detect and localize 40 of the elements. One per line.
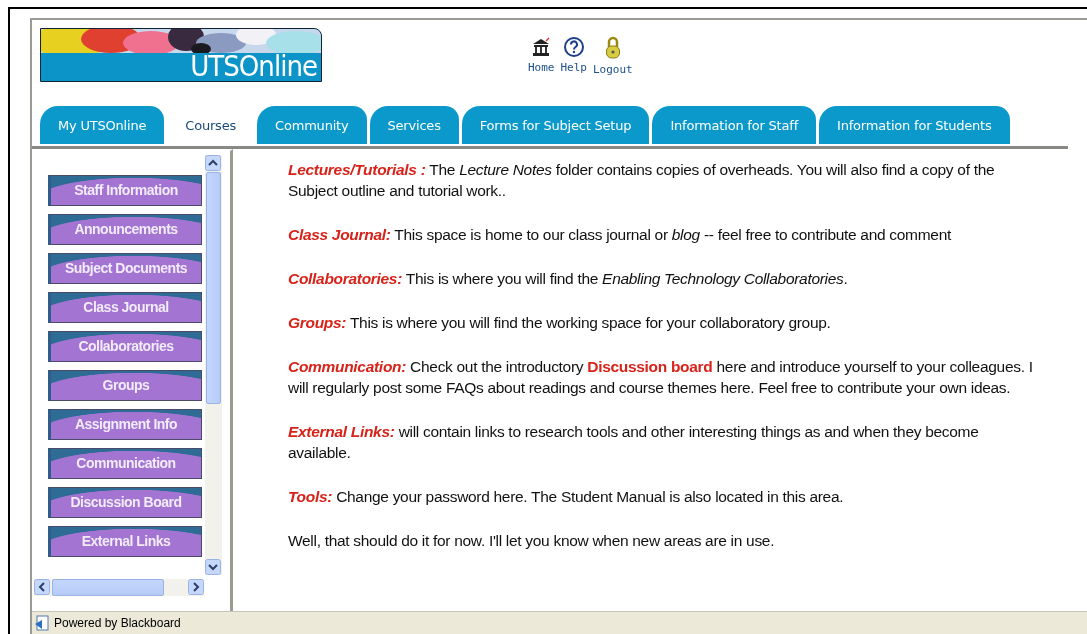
menu-button[interactable]: Class Journal <box>48 292 202 323</box>
home-link[interactable]: Home <box>528 61 555 74</box>
link[interactable]: Discussion board <box>587 358 713 375</box>
logo-text: UTSOnline <box>189 53 318 81</box>
menu-button[interactable]: Subject Documents <box>48 253 202 284</box>
paragraph: Lectures/Tutorials : The Lecture Notes folder contains copies of overheads. You will also find a copy of the Subject outline and tutorial work.. <box>288 160 996 201</box>
home-icon[interactable] <box>530 36 553 58</box>
vertical-scrollbar[interactable] <box>205 155 222 575</box>
menu-button[interactable]: Collaboratories <box>48 331 202 362</box>
menu-button[interactable]: Announcements <box>48 214 202 245</box>
paragraph: Groups: This is where you will find the working space for your collaboratory group. <box>288 313 832 333</box>
scroll-right-icon[interactable] <box>188 579 204 595</box>
paragraph: Class Journal: This space is home to our class journal or blog -- feel free to contribute and comment <box>288 225 952 245</box>
status-text: Powered by Blackboard <box>54 616 181 630</box>
paragraph: Collaboratories: This is where you will find the Enabling Technology Collaboratories. <box>288 269 849 289</box>
paragraph: Well, that should do it for now. I'll let you know when new areas are in use. <box>288 531 776 551</box>
menu-button[interactable]: Communication <box>48 448 202 479</box>
tab[interactable]: Information for Staff <box>652 106 817 144</box>
menu-button[interactable]: Groups <box>48 370 202 401</box>
horizontal-scrollbar[interactable] <box>34 579 204 596</box>
tab[interactable]: Forms for Subject Setup <box>461 106 650 144</box>
help-icon[interactable] <box>562 36 585 58</box>
paragraph: Communication: Check out the introductory Discussion board here and introduce yourself to your colleagues. I will regularly post some FAQs about readings and course themes here. Feel free to contribute your own ideas. <box>288 357 1034 398</box>
paragraph: Tools: Change your password here. The Student Manual is also located in this area. <box>288 487 845 507</box>
help-link[interactable]: Help <box>560 61 587 74</box>
scroll-up-icon[interactable] <box>205 155 221 171</box>
tab[interactable]: Information for Students <box>819 106 1010 144</box>
page-icon <box>34 615 50 631</box>
tab[interactable]: Services <box>369 106 459 144</box>
tab[interactable]: My UTSOnline <box>40 106 165 144</box>
menu-button[interactable]: Discussion Board <box>48 487 202 518</box>
padlock-icon[interactable] <box>604 36 621 60</box>
tab[interactable]: Community <box>257 106 367 144</box>
menu-button[interactable]: External Links <box>48 526 202 557</box>
scroll-left-icon[interactable] <box>34 579 50 595</box>
menu-button[interactable]: Assignment Info <box>48 409 202 440</box>
paragraph: External Links: will contain links to research tools and other interesting things as and when they become available. <box>288 422 980 463</box>
menu-button[interactable]: Staff Information <box>48 175 202 206</box>
scroll-down-icon[interactable] <box>205 559 221 575</box>
logout-link[interactable]: Logout <box>593 63 633 76</box>
